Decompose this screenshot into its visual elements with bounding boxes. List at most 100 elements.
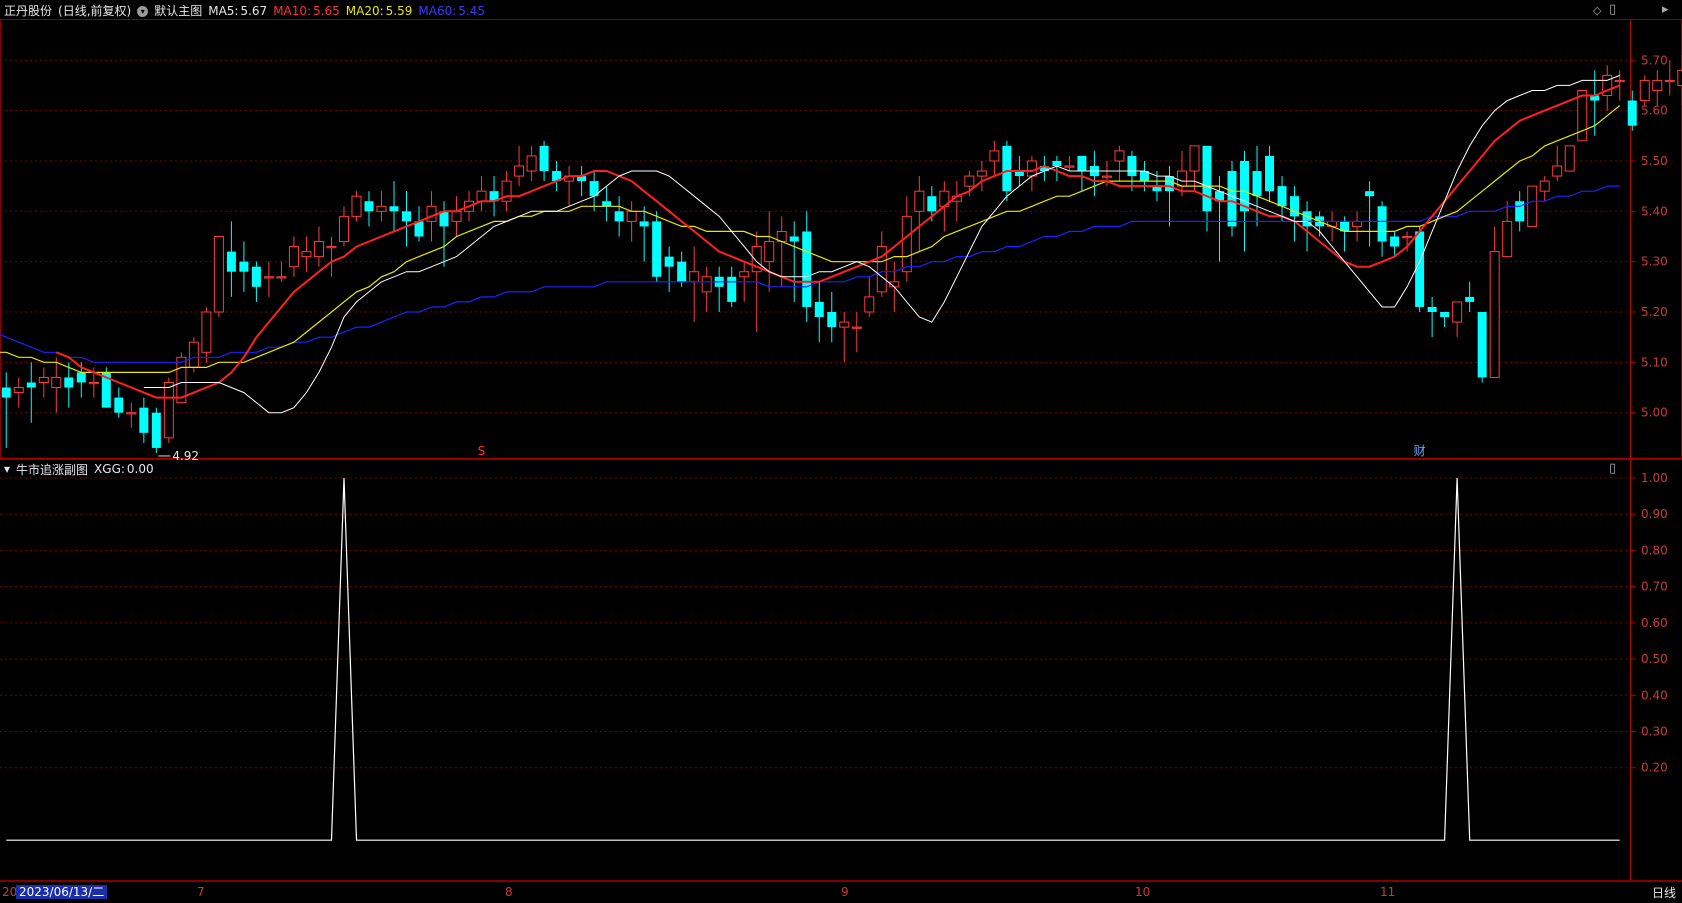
candle-body-up[interactable] <box>276 276 287 279</box>
candle-body-up[interactable] <box>338 215 349 243</box>
candle-body-down[interactable] <box>1427 306 1437 312</box>
candle-body-up[interactable] <box>351 195 362 217</box>
candle-body-up[interactable] <box>864 296 875 313</box>
candle-body-down[interactable] <box>639 221 649 227</box>
candle-body-down[interactable] <box>1227 171 1237 227</box>
diamond-icon[interactable]: ◇ <box>1593 4 1601 17</box>
candle-body-down[interactable] <box>364 201 374 212</box>
candle-body-down[interactable] <box>401 211 412 222</box>
candle-body-down[interactable] <box>614 211 624 222</box>
candle-body-up[interactable] <box>839 321 850 328</box>
candle-body-up[interactable] <box>38 376 49 383</box>
candle-body-down[interactable] <box>1265 155 1275 192</box>
candle-body-down[interactable] <box>1390 236 1400 247</box>
kline-chart[interactable]: 5.00 5.10 5.20 5.30 5.40 5.50 5.60 5.70 0.20 0.30… <box>0 0 1682 900</box>
candle-body-down[interactable] <box>827 312 837 328</box>
candle-body-up[interactable] <box>914 190 925 212</box>
candle-body-up[interactable] <box>851 326 862 329</box>
candle-body-down[interactable] <box>1365 191 1375 197</box>
candle-body-up[interactable] <box>376 205 387 212</box>
candle-body-down[interactable] <box>1077 155 1087 172</box>
candle-body-up[interactable] <box>126 412 137 415</box>
candle-body-down[interactable] <box>1052 160 1062 166</box>
candle-body-down[interactable] <box>789 236 799 242</box>
candle-body-down[interactable] <box>664 256 674 267</box>
candle-body-up[interactable] <box>976 170 987 177</box>
candle-body-up[interactable] <box>1652 79 1663 91</box>
candle-body-up[interactable] <box>313 241 324 258</box>
candle-body-up[interactable] <box>1577 89 1588 142</box>
candle-body-up[interactable] <box>1664 79 1675 83</box>
candle-body-up[interactable] <box>1639 79 1650 102</box>
candle-body-down[interactable] <box>1415 231 1425 307</box>
candle-body-down[interactable] <box>652 221 662 277</box>
candle-body-up[interactable] <box>964 175 975 187</box>
candle-body-down[interactable] <box>1164 176 1174 192</box>
indicator-dropdown-icon[interactable]: ▾ <box>4 462 10 476</box>
candle-body-up[interactable] <box>476 190 487 202</box>
candle-body-up[interactable] <box>1352 220 1363 227</box>
candle-body-up[interactable] <box>689 271 700 283</box>
candle-body-up[interactable] <box>1064 165 1075 168</box>
candle-body-up[interactable] <box>451 210 462 222</box>
candle-body-up[interactable] <box>901 215 912 273</box>
candle-body-down[interactable] <box>1 387 11 398</box>
candle-body-down[interactable] <box>814 301 824 318</box>
candle-body-up[interactable] <box>1176 170 1187 187</box>
candle-body-up[interactable] <box>1552 165 1563 177</box>
candle-body-down[interactable] <box>1440 312 1450 318</box>
candle-body-down[interactable] <box>251 266 261 287</box>
candle-body-down[interactable] <box>114 397 124 413</box>
candle-body-up[interactable] <box>526 155 537 172</box>
candle-body-down[interactable] <box>1627 100 1637 126</box>
indicator-name[interactable]: 牛市追涨副图 <box>16 461 88 478</box>
candle-body-up[interactable] <box>989 150 1000 162</box>
candle-body-up[interactable] <box>13 387 24 394</box>
window-icon[interactable]: ▯ <box>1609 2 1616 17</box>
candle-body-up[interactable] <box>163 381 174 439</box>
candle-body-down[interactable] <box>802 231 812 307</box>
candle-body-down[interactable] <box>389 206 399 212</box>
candle-body-down[interactable] <box>602 201 612 207</box>
candle-body-down[interactable] <box>139 407 149 433</box>
candle-body-up[interactable] <box>301 251 312 258</box>
template-dropdown-icon[interactable]: ▾ <box>137 5 149 17</box>
candle-body-down[interactable] <box>927 196 937 212</box>
candle-body-up[interactable] <box>514 165 525 177</box>
candle-body-down[interactable] <box>239 261 249 272</box>
candle-body-down[interactable] <box>1202 145 1212 212</box>
candle-body-down[interactable] <box>1002 145 1012 192</box>
candle-body-down[interactable] <box>151 412 161 448</box>
candle-body-down[interactable] <box>727 276 737 302</box>
candle-body-down[interactable] <box>677 261 687 282</box>
candle-body-up[interactable] <box>1527 185 1538 227</box>
candle-body-down[interactable] <box>1290 196 1300 217</box>
period-label[interactable]: 日线 <box>1652 884 1676 901</box>
candle-body-up[interactable] <box>701 276 712 293</box>
candle-body-up[interactable] <box>1614 79 1625 83</box>
candle-body-down[interactable] <box>1515 201 1525 222</box>
candle-body-up[interactable] <box>1402 235 1413 239</box>
candle-body-up[interactable] <box>1114 150 1125 162</box>
candle-body-down[interactable] <box>1377 206 1387 242</box>
candle-body-up[interactable] <box>201 311 212 353</box>
candle-body-up[interactable] <box>288 246 299 268</box>
candle-body-up[interactable] <box>213 235 224 313</box>
candle-body-up[interactable] <box>326 246 337 249</box>
candle-body-up[interactable] <box>1564 145 1575 172</box>
template-name[interactable]: 默认主图 <box>154 3 202 19</box>
candle-body-down[interactable] <box>76 372 86 383</box>
candle-body-up[interactable] <box>1026 160 1037 177</box>
candle-body-down[interactable] <box>26 382 36 388</box>
candle-body-up[interactable] <box>426 205 437 222</box>
candle-body-up[interactable] <box>263 276 274 279</box>
candle-body-up[interactable] <box>764 241 775 263</box>
candle-body-down[interactable] <box>1277 186 1287 207</box>
candle-body-up[interactable] <box>626 210 637 222</box>
candle-body-up[interactable] <box>1189 145 1200 172</box>
candle-body-down[interactable] <box>1240 160 1250 212</box>
candle-body-down[interactable] <box>64 377 74 388</box>
candle-body-up[interactable] <box>1452 301 1463 323</box>
sub-window-icon[interactable]: ▯ <box>1609 461 1616 476</box>
candle-body-up[interactable] <box>739 271 750 278</box>
